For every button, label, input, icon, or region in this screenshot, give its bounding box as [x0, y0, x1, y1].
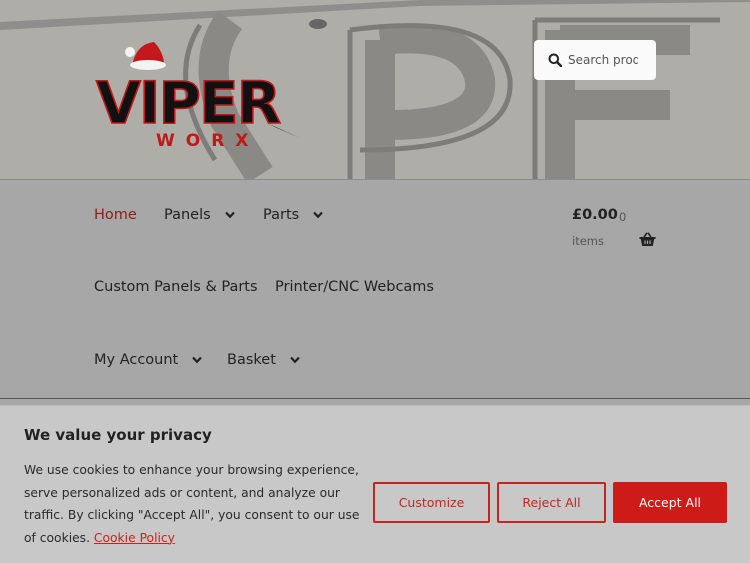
- main-navigation: Home Panels Parts Custom Panels & Parts …: [0, 179, 750, 399]
- cookie-consent-banner: We value your privacy We use cookies to …: [0, 405, 750, 563]
- nav-item-basket[interactable]: Basket: [227, 352, 300, 368]
- chevron-down-icon: [313, 211, 323, 219]
- nav-item-panels[interactable]: Panels: [164, 207, 235, 223]
- basket-icon: [639, 232, 656, 246]
- viper-worx-logo: VIPER WORX: [95, 42, 300, 151]
- nav-item-my-account[interactable]: My Account: [94, 352, 203, 368]
- accept-all-button[interactable]: Accept All: [613, 482, 727, 523]
- nav-item-custom-panels-parts[interactable]: Custom Panels & Parts: [94, 279, 258, 295]
- site-logo[interactable]: VIPER WORX: [92, 38, 312, 153]
- cart-count: 0: [619, 210, 627, 224]
- search-box[interactable]: [534, 40, 656, 80]
- nav-item-label: Basket: [227, 352, 276, 368]
- nav-item-label: Printer/CNC Webcams: [275, 279, 434, 295]
- reject-all-button[interactable]: Reject All: [497, 482, 606, 523]
- nav-item-parts[interactable]: Parts: [263, 207, 323, 223]
- chevron-down-icon: [224, 211, 235, 219]
- header-cart[interactable]: £0.00 0 items: [572, 207, 662, 257]
- santa-hat-icon: [125, 42, 166, 70]
- nav-item-home[interactable]: Home: [94, 207, 137, 223]
- logo-sub-text: WORX: [156, 131, 259, 151]
- cookie-banner-text: We use cookies to enhance your browsing …: [24, 459, 364, 549]
- chevron-down-icon: [192, 356, 203, 364]
- search-icon: [548, 53, 562, 67]
- search-input[interactable]: [568, 53, 638, 67]
- nav-item-label: Home: [94, 207, 137, 223]
- cookie-policy-link[interactable]: Cookie Policy: [94, 531, 175, 545]
- cart-amount: £0.00: [572, 207, 618, 223]
- customize-button[interactable]: Customize: [373, 482, 490, 523]
- nav-item-label: My Account: [94, 352, 179, 368]
- chevron-down-icon: [290, 356, 300, 364]
- nav-item-printer-cnc-webcams[interactable]: Printer/CNC Webcams: [275, 279, 434, 295]
- nav-item-label: Parts: [263, 207, 300, 223]
- logo-main-text: VIPER: [96, 69, 281, 137]
- nav-item-label: Custom Panels & Parts: [94, 279, 258, 295]
- cart-items-label: items: [572, 234, 604, 248]
- nav-item-label: Panels: [164, 207, 211, 223]
- cookie-banner-body: We use cookies to enhance your browsing …: [24, 463, 360, 545]
- header-banner: VIPER WORX: [0, 0, 750, 179]
- cookie-banner-title: We value your privacy: [24, 426, 212, 444]
